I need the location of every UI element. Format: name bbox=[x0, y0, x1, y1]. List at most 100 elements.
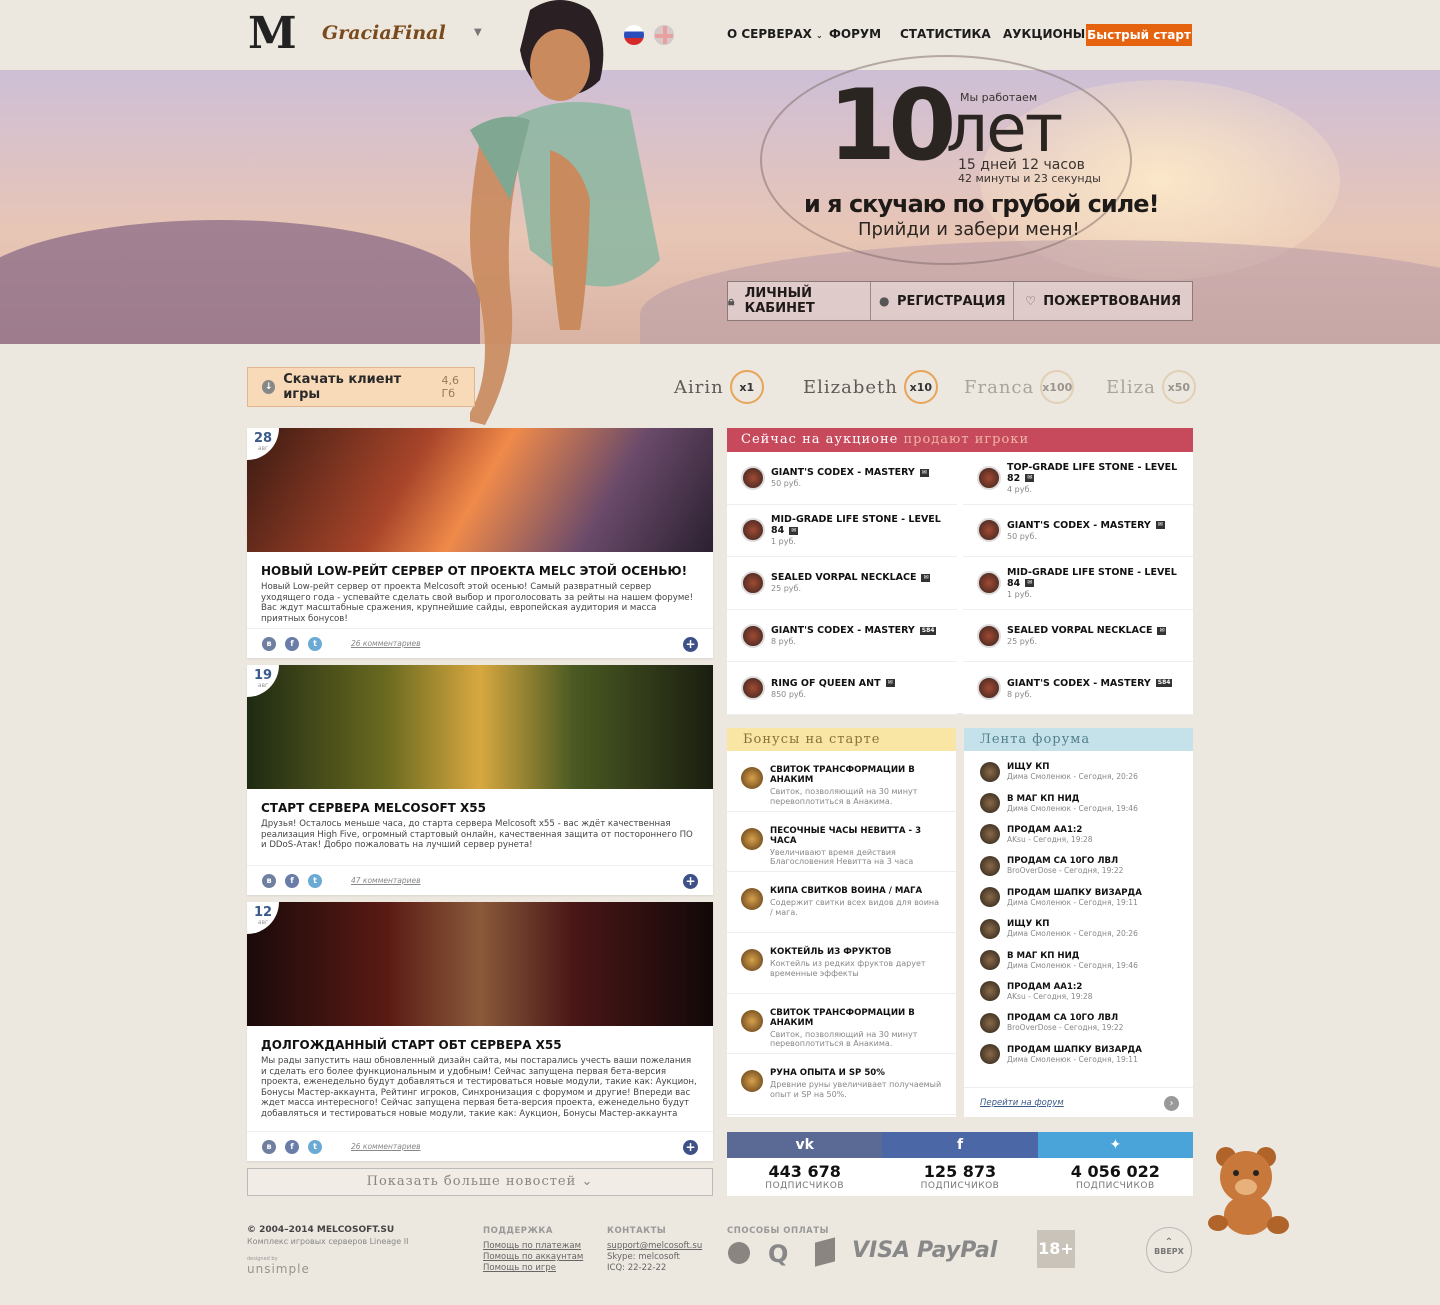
facebook-icon[interactable]: f bbox=[285, 636, 299, 651]
game-logo[interactable]: GraciaFinal bbox=[322, 22, 446, 44]
forum-topic[interactable]: В маг КП нид Дима Смоленюк - Сегодня, 19:… bbox=[964, 944, 1193, 975]
forum-topic[interactable]: Продам АА1:2 AKsu - Сегодня, 19:28 bbox=[964, 976, 1193, 1007]
news-title[interactable]: Долгожданный старт ОБТ сервера x55 bbox=[261, 1038, 699, 1052]
register-button[interactable]: ● Регистрация bbox=[871, 282, 1015, 320]
bonus-icon bbox=[741, 1070, 763, 1093]
news-image[interactable] bbox=[247, 428, 713, 552]
chevron-down-icon: ⌄ bbox=[581, 1174, 594, 1189]
support-link-accounts[interactable]: Помощь по аккаунтам bbox=[483, 1252, 583, 1263]
contact-email[interactable]: support@melcosoft.su bbox=[607, 1241, 702, 1252]
forum-topic[interactable]: Ищу КП Дима Смоленюк - Сегодня, 20:26 bbox=[964, 913, 1193, 944]
download-client-button[interactable]: ↓ Скачать клиент игры 4,6 Гб bbox=[247, 367, 475, 407]
server-airin[interactable]: Airin x1 bbox=[674, 369, 764, 405]
forum-topic[interactable]: Продам шапку визарда Дима Смоленюк - Сего… bbox=[964, 882, 1193, 913]
server-eliza[interactable]: Eliza x50 bbox=[1106, 369, 1196, 405]
forum-topic[interactable]: Ищу КП Дима Смоленюк - Сегодня, 20:26 bbox=[964, 756, 1193, 787]
scroll-top-button[interactable]: ⌃ вверх bbox=[1146, 1227, 1192, 1273]
facebook-counter[interactable]: f 125 873 подписчиков bbox=[882, 1132, 1038, 1196]
facebook-icon[interactable]: f bbox=[882, 1132, 1038, 1158]
news-title[interactable]: Новый Low-рейт сервер от проекта MELC эт… bbox=[261, 564, 699, 578]
auction-item[interactable]: Giant's Codex - Mastery ✉ 50 руб. bbox=[963, 504, 1193, 558]
site-logo[interactable]: M bbox=[248, 12, 304, 56]
auction-item[interactable]: Mid-Grade Life Stone - level 84 ✉ 1 руб. bbox=[727, 504, 957, 558]
vk-icon[interactable]: в bbox=[262, 1139, 276, 1154]
qiwi-icon: Q bbox=[768, 1240, 789, 1268]
auction-item[interactable]: Mid-Grade Life Stone - level 84 ✉ 1 руб. bbox=[963, 557, 1193, 610]
topic-meta: Дима Смоленюк - Сегодня, 19:46 bbox=[1007, 803, 1138, 813]
nav-about-servers[interactable]: О серверах ⌄ bbox=[727, 27, 823, 41]
server-franca[interactable]: Franca x100 bbox=[964, 369, 1075, 405]
plus-icon[interactable]: + bbox=[683, 1140, 698, 1155]
twitter-icon[interactable]: t bbox=[308, 1139, 322, 1154]
item-name: Giant's Codex - Mastery S84 bbox=[771, 625, 937, 637]
bonus-item[interactable]: Кипа свитков воина / мага Содержит свитки… bbox=[727, 872, 956, 934]
bonus-desc: Содержит свитки всех видов для воина / м… bbox=[770, 898, 940, 917]
auction-item[interactable]: Sealed Vorpal Necklace ✉ 25 руб. bbox=[963, 609, 1193, 663]
nav-statistics[interactable]: Статистика bbox=[900, 27, 991, 41]
vk-icon[interactable]: в bbox=[262, 636, 276, 651]
twitter-counter[interactable]: ✦ 4 056 022 подписчиков bbox=[1037, 1132, 1193, 1196]
twitter-icon[interactable]: t bbox=[308, 873, 322, 888]
topic-meta: Дима Смоленюк - Сегодня, 19:46 bbox=[1007, 960, 1138, 970]
donate-button[interactable]: ♡ Пожертвования bbox=[1014, 282, 1192, 320]
comments-link[interactable]: 26 комментариев bbox=[351, 639, 421, 648]
arrow-right-icon[interactable]: › bbox=[1164, 1096, 1179, 1111]
bonus-item[interactable]: Руна опыта и SP 50% Древние руны увеличив… bbox=[727, 1054, 956, 1116]
nav-forum[interactable]: Форум bbox=[829, 27, 881, 41]
lock-icon: 🔒︎ bbox=[728, 294, 735, 308]
uptime-minutes: 42 минуты и 23 секунды bbox=[958, 172, 1101, 185]
auction-panel: Сейчас на аукционе продают игроки Giant'… bbox=[727, 428, 1193, 715]
bonus-item[interactable]: Коктейль из фруктов Коктейль из редких фр… bbox=[727, 933, 956, 994]
news-image[interactable] bbox=[247, 665, 713, 789]
facebook-icon[interactable]: f bbox=[285, 873, 299, 888]
facebook-icon[interactable]: f bbox=[285, 1139, 299, 1154]
auction-item[interactable]: Sealed Vorpal Necklace ✉ 25 руб. bbox=[727, 557, 957, 610]
topic-meta: Дима Смоленюк - Сегодня, 20:26 bbox=[1007, 929, 1138, 939]
vk-icon[interactable]: vk bbox=[727, 1132, 883, 1158]
auction-item[interactable]: Ring of Queen Ant ✉ 850 руб. bbox=[727, 662, 957, 715]
comments-link[interactable]: 47 комментариев bbox=[351, 876, 421, 885]
news-card: 12 авг Долгожданный старт ОБТ сервера x55… bbox=[247, 902, 713, 1161]
auction-item[interactable]: Top-Grade Life Stone - level 82 ✉ 4 руб. bbox=[963, 452, 1193, 505]
avatar bbox=[980, 824, 1000, 845]
forum-topic[interactable]: Продам АА1:2 AKsu - Сегодня, 19:28 bbox=[964, 819, 1193, 850]
news-card: 19 авг Старт сервера Melcosoft x55 Друзья… bbox=[247, 665, 713, 895]
goto-forum-link[interactable]: Перейти на форум › bbox=[964, 1087, 1193, 1117]
item-icon bbox=[741, 518, 765, 543]
item-icon bbox=[977, 623, 1001, 648]
show-more-news-button[interactable]: Показать больше новостей ⌄ bbox=[247, 1168, 713, 1196]
twitter-icon[interactable]: ✦ bbox=[1037, 1132, 1193, 1158]
yandex-money-icon bbox=[815, 1237, 835, 1267]
bonus-icon bbox=[741, 767, 763, 789]
designer-logo[interactable]: unsimple bbox=[247, 1262, 310, 1276]
item-price: 1 руб. bbox=[1007, 589, 1032, 599]
bonus-item[interactable]: Свиток трансформации в Анаким Свиток, поз… bbox=[727, 994, 956, 1055]
support-link-game[interactable]: Помощь по игре bbox=[483, 1263, 583, 1274]
quick-start-button[interactable]: Быстрый старт bbox=[1086, 24, 1192, 46]
comments-link[interactable]: 26 комментариев bbox=[351, 1142, 421, 1151]
forum-topic[interactable]: В маг КП нид Дима Смоленюк - Сегодня, 19:… bbox=[964, 787, 1193, 818]
support-link-payments[interactable]: Помощь по платежам bbox=[483, 1241, 583, 1252]
bonus-item[interactable]: Песочные часы Невитта - 3 часа Увеличиваю… bbox=[727, 812, 956, 873]
forum-topic[interactable]: Продам СА 10го лвл BroOverDose - Сегодня,… bbox=[964, 850, 1193, 881]
item-tag: ✉ bbox=[1157, 626, 1167, 635]
vk-counter[interactable]: vk 443 678 подписчиков bbox=[727, 1132, 883, 1196]
twitter-icon[interactable]: t bbox=[308, 636, 322, 651]
plus-icon[interactable]: + bbox=[683, 637, 698, 652]
item-price: 50 руб. bbox=[1007, 531, 1038, 541]
plus-icon[interactable]: + bbox=[683, 874, 698, 889]
news-title[interactable]: Старт сервера Melcosoft x55 bbox=[261, 801, 699, 815]
auction-item[interactable]: Giant's Codex - Mastery S84 8 руб. bbox=[963, 662, 1193, 715]
vk-icon[interactable]: в bbox=[262, 873, 276, 888]
bonus-item[interactable]: Свиток трансформации в Анаким Свиток, поз… bbox=[727, 751, 956, 812]
item-tag: ✉ bbox=[789, 526, 799, 535]
forum-topic[interactable]: Продам СА 10го лвл BroOverDose - Сегодня,… bbox=[964, 1007, 1193, 1038]
nav-auctions[interactable]: Аукционы bbox=[1003, 27, 1085, 41]
server-elizabeth[interactable]: Elizabeth x10 bbox=[803, 369, 938, 405]
auction-item[interactable]: Giant's Codex - Mastery ✉ 50 руб. bbox=[727, 452, 957, 505]
forum-topic[interactable]: Продам шапку визарда Дима Смоленюк - Сего… bbox=[964, 1039, 1193, 1070]
news-image[interactable] bbox=[247, 902, 713, 1026]
auction-item[interactable]: Giant's Codex - Mastery S84 8 руб. bbox=[727, 609, 957, 663]
account-button[interactable]: 🔒︎ Личный кабинет bbox=[728, 282, 872, 320]
forum-title: Лента форума bbox=[964, 728, 1193, 751]
